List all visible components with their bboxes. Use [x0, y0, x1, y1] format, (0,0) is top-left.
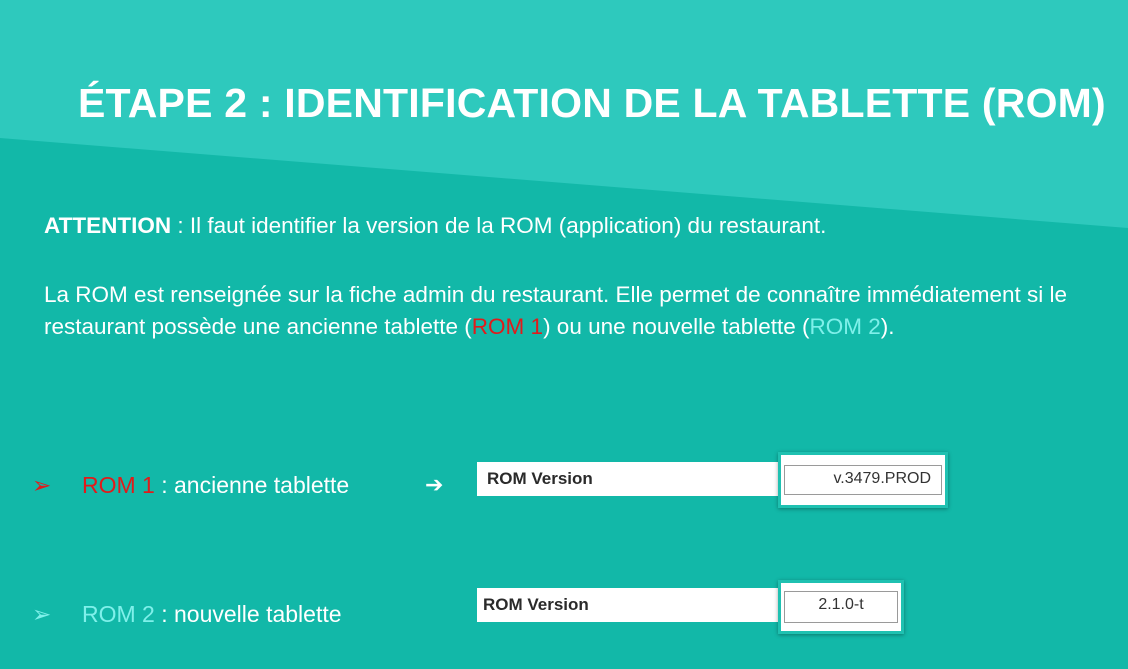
attention-paragraph: ATTENTION : Il faut identifier la versio… — [44, 210, 1114, 242]
rom2-desc: : nouvelle tablette — [154, 601, 342, 627]
rom1-row: ➢ ROM 1 : ancienne tablette — [32, 472, 349, 499]
page-title: ÉTAPE 2 : IDENTIFICATION DE LA TABLETTE … — [78, 80, 1106, 126]
rom-version-value-frame-1: v.3479.PROD — [778, 452, 948, 508]
info-rom1: ROM 1 — [471, 314, 544, 339]
attention-text: : Il faut identifier la version de la RO… — [171, 213, 827, 238]
arrow-bullet-icon: ➢ — [32, 472, 52, 498]
rom-version-value-frame-2: 2.1.0-t — [778, 580, 904, 634]
rom-version-value: 2.1.0-t — [784, 591, 898, 623]
info-text-3: ). — [880, 314, 895, 339]
right-arrow-icon: ➔ — [425, 472, 444, 497]
rom2-label: ROM 2 — [82, 601, 155, 627]
rom-version-value: v.3479.PROD — [784, 465, 942, 495]
rom1-label: ROM 1 — [82, 472, 155, 498]
info-paragraph: La ROM est renseignée sur la fiche admin… — [44, 279, 1114, 343]
attention-label: ATTENTION — [44, 213, 172, 238]
info-text-2: ) ou une nouvelle tablette ( — [543, 314, 810, 339]
arrow-bullet-icon: ➢ — [32, 601, 52, 627]
rom-version-field-1: ROM Version — [477, 462, 780, 496]
rom2-row: ➢ ROM 2 : nouvelle tablette — [32, 601, 342, 628]
rom-version-field-2: ROM Version — [477, 588, 780, 622]
rom1-desc: : ancienne tablette — [154, 472, 350, 498]
info-rom2: ROM 2 — [809, 314, 881, 339]
rom-version-label: ROM Version — [483, 595, 589, 614]
rom-version-label: ROM Version — [487, 469, 593, 488]
